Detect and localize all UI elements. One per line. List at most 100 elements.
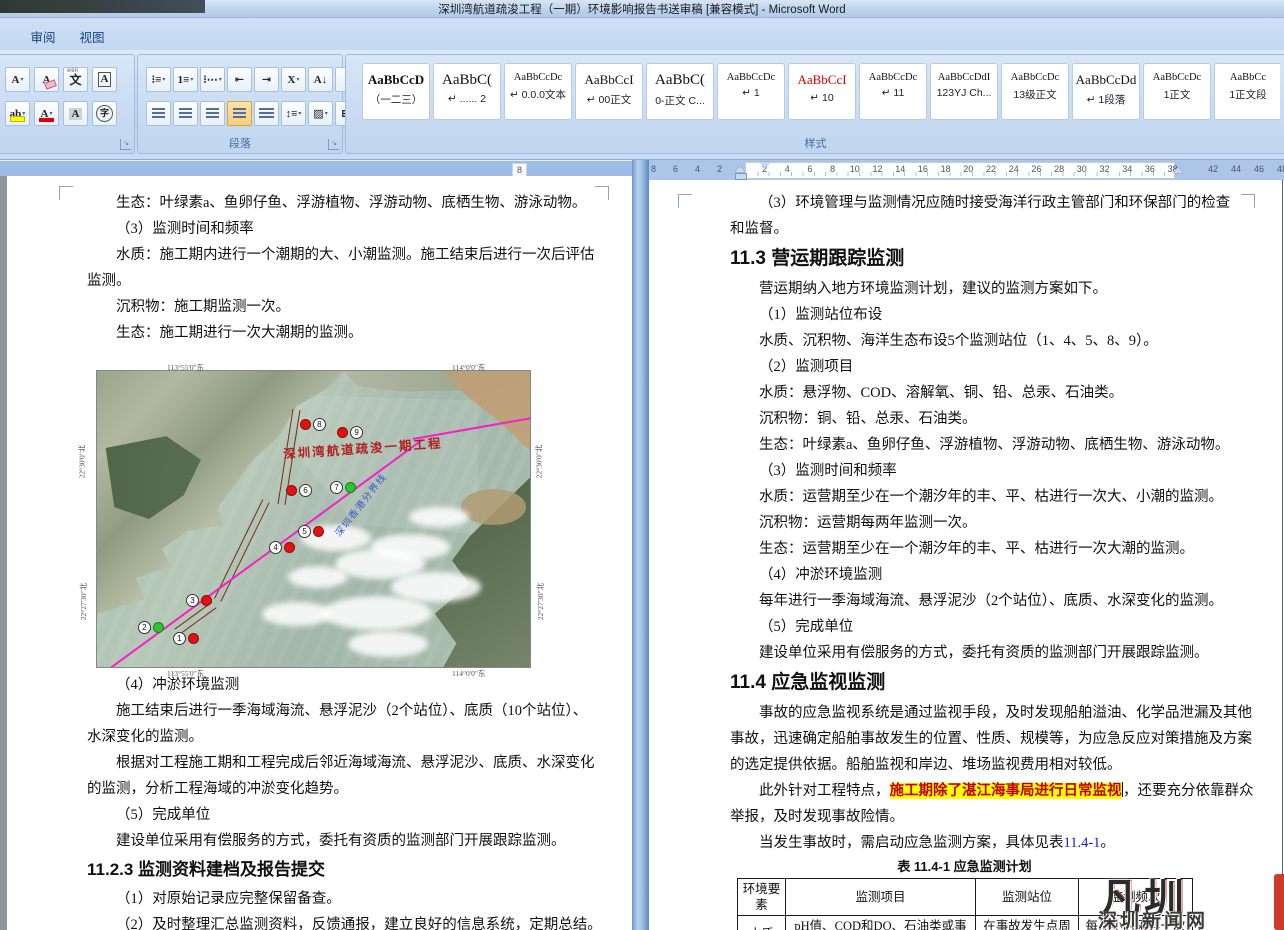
right-line-18[interactable]: 建设单位采用有偿服务的方式，委托有资质的监测部门开展跟踪监测。 [649,640,1282,666]
left-b-line-1[interactable]: （4）冲淤环境监测 [7,672,632,698]
change-case-button[interactable]: A▾ [5,67,30,92]
ribbon-tab-审阅[interactable]: 审阅 [18,25,67,48]
left-b-line-7[interactable]: 建设单位采用有偿服务的方式，委托有资质的监测部门开展跟踪监测。 [7,828,632,854]
right-line-13[interactable]: 沉积物：运营期每两年监测一次。 [649,510,1282,536]
character-border-button[interactable]: A [92,67,117,92]
left-line-3[interactable]: 水质：施工期内进行一个潮期的大、小潮监测。施工结束后进行一次后评估 [7,242,632,268]
style-chip-11[interactable]: AaBbCcDd↵ 1段落 [1072,63,1140,120]
character-shading-button[interactable]: A [63,101,88,126]
increase-indent-button[interactable]: ⇥ [254,67,279,92]
ruler-number: 14 [895,164,905,174]
style-chip-12[interactable]: AaBbCcDc1正文 [1143,63,1211,120]
first-line-indent-marker[interactable] [760,162,770,168]
right-line-22[interactable]: 的选定提供依据。船舶监视和岸边、堆场监视费用相对较低。 [649,752,1282,778]
asian-layout-button[interactable]: X▾ [281,67,306,92]
left-line-4[interactable]: 监测。 [7,268,632,294]
right-line-4[interactable]: 营运期纳入地方环境监测计划，建议的监测方案如下。 [649,276,1282,302]
left-b-line-9[interactable]: （1）对原始记录应完整保留备查。 [7,886,632,912]
right-line-2[interactable]: 和监督。 [649,216,1282,242]
right-line-10[interactable]: 生态：叶绿素a、鱼卵仔鱼、浮游植物、浮游动物、底栖生物、游泳动物。 [649,432,1282,458]
align-center-button[interactable] [173,101,198,126]
right-line-7[interactable]: （2）监测项目 [649,354,1282,380]
sort-button[interactable]: A↓ [308,67,333,92]
left-indent-marker[interactable] [735,173,747,180]
page-left[interactable]: 生态：叶绿素a、鱼卵仔鱼、浮游植物、浮游动物、底栖生物、游泳动物。（3）监测时间… [7,176,632,930]
right-line-9[interactable]: 沉积物：铜、铅、总汞、石油类。 [649,406,1282,432]
ribbon-tab-视图[interactable]: 视图 [67,25,116,48]
station-2: 2 [138,621,164,634]
justify-button[interactable] [227,101,252,126]
right-line-25[interactable]: 当发生事故时，需启动应急监测方案，具体见表11.4-1。 [649,830,1282,856]
style-chip-9[interactable]: AaBbCcDdI123YJ Ch... [930,63,998,120]
style-chip-10[interactable]: AaBbCcDc13级正文 [1001,63,1069,120]
style-chip-8[interactable]: AaBbCcDc↵ 11 [859,63,927,120]
right-line-5[interactable]: （1）监测站位布设 [649,302,1282,328]
ruler-number: 2 [717,164,722,174]
left-b-line-10[interactable]: （2）及时整理汇总监测资料，反馈通报，建立良好的信息系统，定期总结。 [7,912,632,930]
station-number: 7 [330,481,343,494]
style-chip-6[interactable]: AaBbCcDc↵ 1 [717,63,785,120]
highlight-color-button[interactable]: ab▾ [5,101,30,126]
left-b-line-4[interactable]: 根据对工程施工期和工程完成后邻近海域海流、悬浮泥沙、底质、水深变化 [7,750,632,776]
left-line-6[interactable]: 生态：施工期进行一次大潮期的监测。 [7,320,632,346]
multilevel-list-button[interactable]: ⁝⋯▾ [200,67,225,92]
right-line-8[interactable]: 水质：悬浮物、COD、溶解氧、铜、铅、总汞、石油类。 [649,380,1282,406]
paragraph-dialog-launcher-icon[interactable]: ↘ [328,139,339,150]
pane-divider-scrollbar[interactable] [632,160,649,930]
style-chip-5[interactable]: AaBbC(0-正文 C... [646,63,714,120]
enclose-characters-button[interactable]: 字 [92,101,117,126]
left-line-2[interactable]: （3）监测时间和频率 [7,216,632,242]
style-chip-13[interactable]: AaBbCc1正文段 [1214,63,1280,120]
left-line-5[interactable]: 沉积物：施工期监测一次。 [7,294,632,320]
horizontal-ruler[interactable]: 8642246810121416182022242628303234363842… [649,160,1284,181]
left-b-line-6[interactable]: （5）完成单位 [7,802,632,828]
hanging-indent-marker[interactable] [735,166,745,172]
right-line-1[interactable]: （3）环境管理与监测情况应随时接受海洋行政主管部门和环保部门的检查 [649,190,1282,216]
left-b-line-8[interactable]: 11.2.3 监测资料建档及报告提交 [7,854,632,886]
style-chip-3[interactable]: AaBbCcDc↵ 0.0.0文本 [504,63,572,120]
right-line-24[interactable]: 举报，及时发现事故险情。 [649,804,1282,830]
right-indent-marker[interactable] [1173,167,1183,173]
right-line-6[interactable]: 水质、沉积物、海洋生态布设5个监测站位（1、4、5、8、9）。 [649,328,1282,354]
numbering-button[interactable]: 1≡▾ [173,67,198,92]
ruler-number: 24 [1009,164,1019,174]
style-name: 1正文段 [1215,87,1280,102]
left-b-line-2[interactable]: 施工结束后进行一季海域海流、悬浮泥沙（2个站位）、底质（10个站位）、 [7,698,632,724]
distributed-button[interactable] [254,101,279,126]
right-line-23[interactable]: 此外针对工程特点，施工期除了湛江海事局进行日常监视，还要充分依靠群众 [649,778,1282,804]
shading-button[interactable]: ▨▾ [308,101,333,126]
align-left-button[interactable] [146,101,171,126]
right-line-21[interactable]: 事故，迅速确定船舶事故发生的位置、性质、规模等，为应急反应对策措施及方案 [649,726,1282,752]
align-right-button[interactable] [200,101,225,126]
align-center-icon [179,108,192,119]
style-chip-4[interactable]: AaBbCcI↵ 00正文 [575,63,643,120]
right-line-19[interactable]: 11.4 应急监视监测 [649,666,1282,700]
style-chip-1[interactable]: AaBbCcD（一二三） [362,63,430,120]
font-dialog-launcher-icon[interactable]: ↘ [120,139,131,150]
decrease-indent-button[interactable]: ⇤ [227,67,252,92]
station-number: 5 [298,525,311,538]
font-color-button[interactable]: A▾ [34,101,59,126]
clear-formatting-button[interactable]: A [34,67,59,92]
right-line-20[interactable]: 事故的应急监视系统是通过监视手段，及时发现船舶溢油、化学品泄漏及其他 [649,700,1282,726]
page-right[interactable]: （3）环境管理与监测情况应随时接受海洋行政主管部门和环保部门的检查和监督。11.… [649,180,1283,930]
monitoring-stations-map[interactable]: 深圳湾航道疏浚一期工程 深圳香港分界线 123456789 [96,370,531,668]
right-line-11[interactable]: （3）监测时间和频率 [649,458,1282,484]
map-cloud [322,596,432,630]
line-spacing-button[interactable]: ↕≡▾ [281,101,306,126]
style-chip-7[interactable]: AaBbCcI↵ 10 [788,63,856,120]
right-line-3[interactable]: 11.3 营运期跟踪监测 [649,242,1282,276]
style-chip-2[interactable]: AaBbC(↵ ...... 2 [433,63,501,120]
left-b-line-3[interactable]: 水深变化的监测。 [7,724,632,750]
left-page-text-bottom: （4）冲淤环境监测施工结束后进行一季海域海流、悬浮泥沙（2个站位）、底质（10个… [7,672,632,930]
bullets-button[interactable]: ⁝≡▾ [146,67,171,92]
right-line-16[interactable]: 每年进行一季海域海流、悬浮泥沙（2个站位）、底质、水深变化的监测。 [649,588,1282,614]
right-line-14[interactable]: 生态：运营期至少在一个潮汐年的丰、平、枯进行一次大潮的监测。 [649,536,1282,562]
left-line-1[interactable]: 生态：叶绿素a、鱼卵仔鱼、浮游植物、浮游动物、底栖生物、游泳动物。 [7,190,632,216]
right-line-17[interactable]: （5）完成单位 [649,614,1282,640]
right-line-12[interactable]: 水质：运营期至少在一个潮汐年的丰、平、枯进行一次大、小潮的监测。 [649,484,1282,510]
right-line-15[interactable]: （4）冲淤环境监测 [649,562,1282,588]
phonetic-guide-button[interactable]: 文 [63,67,88,92]
left-b-line-5[interactable]: 的监测，分析工程海域的冲淤变化趋势。 [7,776,632,802]
ruler-number: 18 [941,164,951,174]
